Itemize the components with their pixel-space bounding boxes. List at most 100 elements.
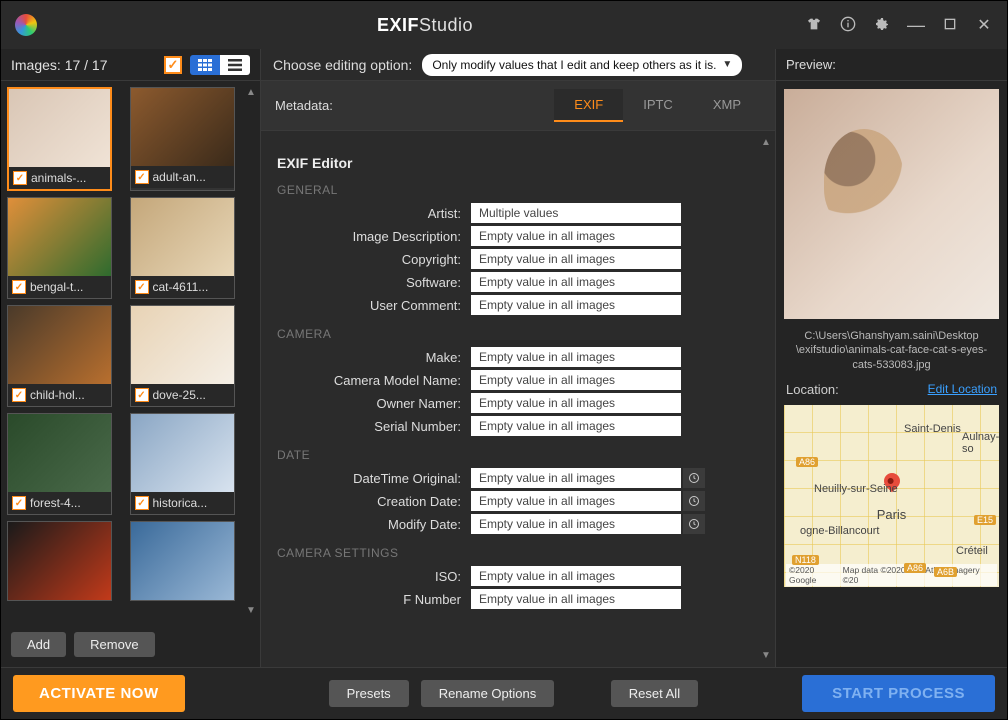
option-label: Choose editing option:	[273, 57, 412, 73]
scroll-arrows: ▲ ▼	[761, 137, 773, 661]
thumbnail-checkbox[interactable]	[13, 171, 27, 185]
field-label: F Number	[271, 592, 471, 607]
map[interactable]: Paris ©2020 Google Map data ©2020 Tele A…	[784, 405, 999, 587]
thumbnail-checkbox[interactable]	[135, 496, 149, 510]
remove-button[interactable]: Remove	[74, 632, 154, 657]
presets-button[interactable]: Presets	[329, 680, 409, 707]
info-icon[interactable]	[839, 16, 857, 35]
field-row: Creation Date:Empty value in all images	[271, 491, 755, 511]
thumbnail[interactable]: adult-an...	[130, 87, 235, 191]
tshirt-icon[interactable]	[805, 16, 823, 35]
app-title: EXIFStudio	[45, 15, 805, 36]
thumbnail[interactable]: historica...	[130, 413, 235, 515]
thumbnail-label: child-hol...	[30, 388, 85, 402]
field-input[interactable]: Empty value in all images	[471, 249, 681, 269]
field-input[interactable]: Empty value in all images	[471, 272, 681, 292]
clock-icon[interactable]	[683, 491, 705, 511]
edit-location-link[interactable]: Edit Location	[928, 382, 997, 396]
map-city-label: Aulnay-so	[962, 431, 999, 455]
rename-options-button[interactable]: Rename Options	[421, 680, 555, 707]
thumbnail[interactable]: animals-...	[7, 87, 112, 191]
field-label: Camera Model Name:	[271, 373, 471, 388]
field-row: ISO:Empty value in all images	[271, 566, 755, 586]
field-row: Artist:Multiple values	[271, 203, 755, 223]
field-input[interactable]: Empty value in all images	[471, 393, 681, 413]
thumbnail-checkbox[interactable]	[12, 280, 26, 294]
tab-xmp[interactable]: XMP	[693, 89, 761, 122]
select-all-checkbox[interactable]	[164, 56, 182, 74]
field-input[interactable]: Empty value in all images	[471, 491, 681, 511]
field-input[interactable]: Empty value in all images	[471, 514, 681, 534]
list-view-button[interactable]	[220, 55, 250, 75]
thumbnail[interactable]: cat-4611...	[130, 197, 235, 299]
field-input[interactable]: Empty value in all images	[471, 295, 681, 315]
thumbnail[interactable]: bengal-t...	[7, 197, 112, 299]
add-button[interactable]: Add	[11, 632, 66, 657]
map-city-label: Saint-Denis	[904, 423, 961, 435]
thumbnail-checkbox[interactable]	[135, 170, 149, 184]
left-panel: Images: 17 / 17 ▲ ▼ animals-...adult-an.…	[1, 49, 261, 667]
scroll-up-icon[interactable]: ▲	[761, 137, 773, 148]
tab-exif[interactable]: EXIF	[554, 89, 623, 122]
footer: ACTIVATE NOW Presets Rename Options Rese…	[1, 667, 1007, 719]
field-label: DateTime Original:	[271, 471, 471, 486]
thumbnail-label: animals-...	[31, 171, 86, 185]
field-row: Software:Empty value in all images	[271, 272, 755, 292]
center-panel: Choose editing option: Only modify value…	[261, 49, 775, 667]
scroll-down-icon[interactable]: ▼	[246, 605, 258, 616]
thumbnail-label: dove-25...	[153, 388, 206, 402]
thumbnail[interactable]	[7, 521, 112, 601]
grid-view-button[interactable]	[190, 55, 220, 75]
field-label: Serial Number:	[271, 419, 471, 434]
field-input[interactable]: Empty value in all images	[471, 226, 681, 246]
field-row: Make:Empty value in all images	[271, 347, 755, 367]
right-panel: Preview: C:\Users\Ghanshyam.saini\Deskto…	[775, 49, 1007, 667]
field-input[interactable]: Empty value in all images	[471, 370, 681, 390]
thumbnail[interactable]: forest-4...	[7, 413, 112, 515]
field-input[interactable]: Empty value in all images	[471, 416, 681, 436]
thumbnail-image	[131, 198, 234, 276]
section-header: GENERAL	[277, 183, 755, 197]
thumbnail[interactable]	[130, 521, 235, 601]
map-road-badge: A6B	[934, 567, 957, 577]
reset-all-button[interactable]: Reset All	[611, 680, 698, 707]
field-input[interactable]: Empty value in all images	[471, 468, 681, 488]
thumbnail-image	[131, 306, 234, 384]
thumbnail-checkbox[interactable]	[12, 496, 26, 510]
field-input[interactable]: Empty value in all images	[471, 589, 681, 609]
start-process-button[interactable]: START PROCESS	[802, 675, 995, 712]
thumbnail-image	[131, 522, 234, 600]
thumbnail-checkbox[interactable]	[135, 388, 149, 402]
map-road-badge: A86	[796, 457, 818, 467]
thumbnail-image	[9, 89, 110, 167]
thumbnail-checkbox[interactable]	[135, 280, 149, 294]
field-input[interactable]: Empty value in all images	[471, 347, 681, 367]
thumbnail-image	[131, 414, 234, 492]
scroll-up-icon[interactable]: ▲	[246, 87, 258, 98]
thumbnail[interactable]: child-hol...	[7, 305, 112, 407]
minimize-icon[interactable]: —	[907, 15, 925, 36]
preview-path: C:\Users\Ghanshyam.saini\Desktop \exifst…	[776, 327, 1007, 374]
thumbnail[interactable]: dove-25...	[130, 305, 235, 407]
tab-iptc[interactable]: IPTC	[623, 89, 693, 122]
field-row: DateTime Original:Empty value in all ima…	[271, 468, 755, 488]
map-city-label: Neuilly-sur-Seine	[814, 483, 898, 495]
field-input[interactable]: Multiple values	[471, 203, 681, 223]
map-attribution: ©2020 Google Map data ©2020 Tele Atlas, …	[786, 564, 997, 586]
chevron-down-icon: ▼	[722, 59, 732, 70]
activate-button[interactable]: ACTIVATE NOW	[13, 675, 185, 712]
maximize-icon[interactable]	[941, 16, 959, 35]
gear-icon[interactable]	[873, 16, 891, 35]
close-icon[interactable]: ✕	[975, 15, 993, 35]
field-input[interactable]: Empty value in all images	[471, 566, 681, 586]
editing-option-select[interactable]: Only modify values that I edit and keep …	[422, 54, 742, 76]
scroll-down-icon[interactable]: ▼	[761, 650, 773, 661]
thumbnail-checkbox[interactable]	[12, 388, 26, 402]
thumbnail-image	[8, 198, 111, 276]
clock-icon[interactable]	[683, 514, 705, 534]
field-label: Make:	[271, 350, 471, 365]
field-row: Modify Date:Empty value in all images	[271, 514, 755, 534]
clock-icon[interactable]	[683, 468, 705, 488]
metadata-label: Metadata:	[275, 98, 554, 113]
section-header: CAMERA	[277, 327, 755, 341]
